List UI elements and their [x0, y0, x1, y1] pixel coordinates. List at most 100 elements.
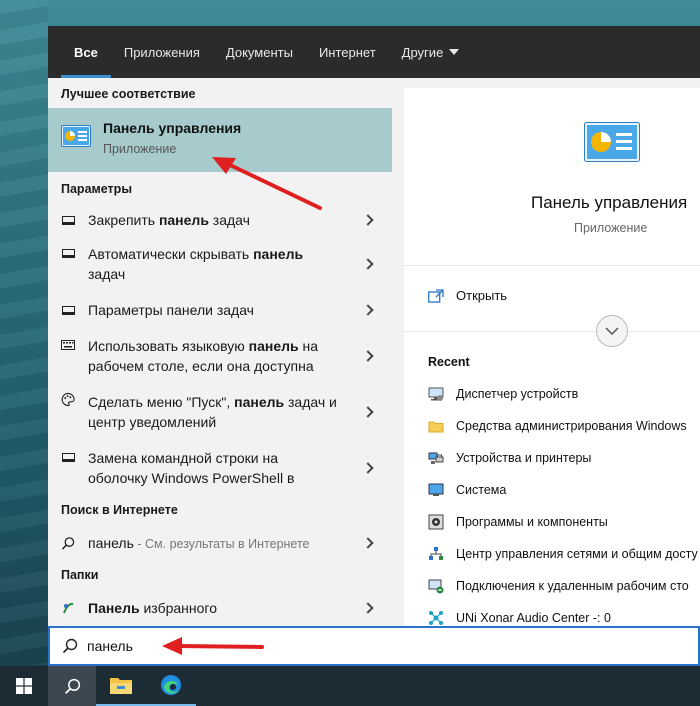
folder-icon [428, 421, 444, 433]
tab-label: Документы [225, 44, 293, 60]
search-icon [64, 678, 80, 694]
settings-item-powershell[interactable]: Замена командной строки на оболочку Wind… [48, 440, 392, 496]
recent-item-label: Система [456, 483, 507, 497]
recent-list: Диспетчер устройств Средства администрир… [428, 378, 700, 628]
section-heading-best-match: Лучшее соответствие [61, 87, 196, 101]
results-list: Лучшее соответствие Панель управления Пр… [48, 78, 392, 628]
system-icon [428, 483, 444, 496]
recent-item-label: Устройства и принтеры [456, 451, 592, 465]
recent-item-system[interactable]: Система [428, 474, 700, 506]
settings-item-taskbar-settings[interactable]: Параметры панели задач [48, 292, 392, 328]
settings-item-autohide-taskbar[interactable]: Автоматически скрывать панель задач [48, 236, 392, 292]
tab-apps[interactable]: Приложения [111, 26, 213, 78]
recent-item-device-manager[interactable]: Диспетчер устройств [428, 378, 700, 410]
open-action[interactable]: Открыть [428, 288, 507, 303]
recent-item-remote-desktop[interactable]: Подключения к удаленным рабочим сто [428, 570, 700, 602]
monitor-icon [61, 303, 75, 317]
search-icon [62, 638, 78, 654]
recent-item-programs[interactable]: Программы и компоненты [428, 506, 700, 538]
network-icon [429, 547, 443, 560]
item-text-bold: панель [158, 212, 209, 228]
item-text: Параметры панели задач [88, 302, 254, 318]
chevron-right-icon[interactable] [362, 602, 374, 614]
tab-label: Приложения [123, 44, 200, 60]
chevron-down-icon [449, 49, 460, 55]
edge-icon [161, 675, 181, 695]
control-panel-icon [584, 122, 640, 162]
recent-item-devices-printers[interactable]: Устройства и принтеры [428, 442, 700, 474]
item-text: задач [208, 212, 250, 228]
chevron-right-icon[interactable] [362, 537, 374, 549]
item-text: Сделать меню "Пуск", [88, 394, 235, 410]
section-heading-web: Поиск в Интернете [61, 503, 178, 517]
search-box[interactable] [48, 626, 700, 666]
start-button[interactable] [0, 666, 48, 706]
recent-item-label: Диспетчер устройств [456, 387, 579, 401]
windows-logo-icon [16, 678, 32, 694]
favorites-folder-icon [61, 601, 75, 615]
expand-button[interactable] [596, 315, 628, 347]
audio-icon [429, 611, 443, 625]
recent-item-network[interactable]: Центр управления сетями и общим досту [428, 538, 700, 570]
item-text-bold: панель [234, 394, 285, 410]
palette-icon [61, 392, 75, 406]
search-taskbar-button[interactable] [48, 666, 96, 706]
settings-item-start-taskbar-colors[interactable]: Сделать меню "Пуск", панель задач и цент… [48, 384, 392, 440]
tab-documents[interactable]: Документы [213, 26, 306, 78]
tab-label: Другие [401, 44, 444, 60]
tab-internet[interactable]: Интернет [306, 26, 389, 78]
file-explorer-button[interactable] [96, 666, 146, 706]
item-text-bold: панель [248, 338, 299, 354]
recent-item-label: Средства администрирования Windows [456, 419, 687, 433]
chevron-right-icon[interactable] [362, 350, 374, 362]
chevron-right-icon[interactable] [362, 258, 374, 270]
control-panel-icon [61, 125, 91, 147]
search-icon [61, 536, 75, 550]
recent-heading: Recent [428, 355, 470, 369]
recent-item-admin-tools[interactable]: Средства администрирования Windows [428, 410, 700, 442]
section-heading-folders: Папки [61, 568, 99, 582]
edge-browser-button[interactable] [146, 666, 196, 706]
section-heading-settings: Параметры [61, 182, 132, 196]
taskbar [0, 666, 700, 706]
recent-item-label: UNi Xonar Audio Center -: 0 [456, 611, 611, 625]
best-match-item[interactable]: Панель управления Приложение [48, 108, 392, 172]
printer-icon [428, 452, 444, 464]
search-input[interactable] [87, 638, 487, 654]
start-search-panel: Все Приложения Документы Интернет Другие… [48, 26, 700, 666]
tab-all[interactable]: Все [61, 26, 111, 78]
remote-icon [428, 579, 444, 594]
settings-item-pin-taskbar[interactable]: Закрепить панель задач [48, 204, 392, 236]
detail-pane: Панель управления Приложение Открыть Rec… [404, 88, 700, 628]
item-text-bold: панель [253, 246, 304, 262]
tab-label: Все [74, 44, 98, 60]
web-search-item[interactable]: панель - См. результаты в Интернете [48, 524, 392, 562]
chevron-right-icon[interactable] [362, 304, 374, 316]
best-match-title: Панель управления [103, 120, 242, 136]
recent-item-audio-center[interactable]: UNi Xonar Audio Center -: 0 [428, 602, 700, 628]
item-text: Использовать языковую [88, 338, 249, 354]
open-label: Открыть [456, 288, 508, 303]
folder-item[interactable]: Панель избранного [48, 592, 392, 624]
divider [404, 331, 700, 332]
desktop-background [0, 0, 48, 665]
recent-item-label: Центр управления сетями и общим досту [456, 547, 698, 561]
item-text-bold: Панель [88, 600, 140, 616]
web-query-text: панель [88, 534, 134, 551]
item-text: избранного [139, 600, 217, 616]
settings-item-language-bar[interactable]: Использовать языковую панель на рабочем … [48, 328, 392, 384]
chevron-right-icon[interactable] [362, 462, 374, 474]
file-explorer-icon [110, 678, 132, 694]
recent-item-label: Подключения к удаленным рабочим сто [456, 579, 689, 593]
programs-icon [428, 514, 444, 530]
item-text: задач [88, 266, 126, 282]
recent-item-label: Программы и компоненты [456, 515, 608, 529]
chevron-right-icon[interactable] [362, 214, 374, 226]
monitor-icon [61, 450, 75, 464]
chevron-right-icon[interactable] [362, 406, 374, 418]
item-text: Закрепить [88, 212, 159, 228]
item-text: Автоматически скрывать [88, 246, 254, 262]
detail-title: Панель управления [531, 193, 688, 212]
tab-more[interactable]: Другие [389, 26, 473, 78]
tab-label: Интернет [318, 44, 376, 60]
